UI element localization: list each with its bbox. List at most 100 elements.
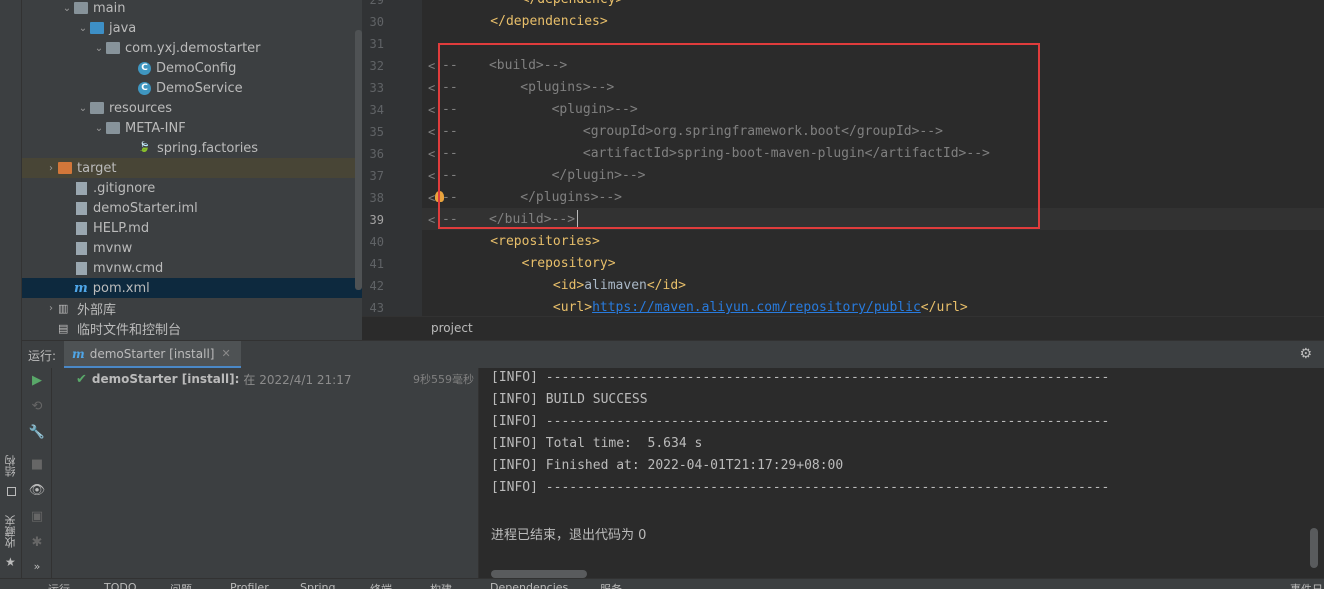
tree-item[interactable]: ⌄ com.yxj.demostarter bbox=[22, 38, 362, 58]
bottom-tool-button[interactable]: Profiler bbox=[230, 581, 269, 589]
tree-item[interactable]: mvnw bbox=[22, 238, 362, 258]
console-line: [INFO] ---------------------------------… bbox=[491, 480, 1110, 495]
gear-icon[interactable]: ⚙ bbox=[1299, 346, 1312, 362]
bottom-tool-button[interactable]: TODO bbox=[104, 581, 137, 589]
code-token: </url> bbox=[920, 300, 968, 315]
tree-item-label: DemoConfig bbox=[156, 60, 237, 76]
line-number: 40 bbox=[369, 235, 384, 249]
code-token: <repositories> bbox=[459, 234, 600, 249]
bottom-tool-button[interactable]: Spring bbox=[300, 581, 336, 589]
console-line: [INFO] BUILD SUCCESS bbox=[491, 392, 648, 407]
run-duration: 9秒559毫秒 bbox=[413, 373, 474, 386]
left-tool-strip: 结构 收藏夹 ★ bbox=[0, 0, 22, 589]
tree-item[interactable]: demoStarter.iml bbox=[22, 198, 362, 218]
expand-arrow-icon[interactable]: ⌄ bbox=[76, 23, 90, 34]
line-number: 29 bbox=[369, 0, 384, 7]
tree-item[interactable]: ⌄ META-INF bbox=[22, 118, 362, 138]
expand-arrow-icon[interactable]: ⌄ bbox=[92, 43, 106, 54]
expand-arrow-icon[interactable]: ⌄ bbox=[60, 3, 74, 14]
tree-item-label: java bbox=[109, 20, 137, 36]
tree-item-label: 外部库 bbox=[77, 302, 117, 318]
code-line: <repositories> bbox=[459, 231, 600, 253]
tree-item[interactable]: › ▥ 外部库 bbox=[22, 298, 362, 318]
tree-item[interactable]: mvnw.cmd bbox=[22, 258, 362, 278]
run-tree-item-label: demoStarter [install]: bbox=[91, 372, 240, 386]
file-icon bbox=[76, 241, 87, 255]
line-number: 30 bbox=[369, 15, 384, 29]
bottom-tool-button[interactable]: 运行 bbox=[48, 581, 70, 589]
tree-item[interactable]: m pom.xml bbox=[22, 278, 362, 298]
fold-marker-icon[interactable]: < bbox=[428, 169, 435, 183]
camera-icon[interactable]: ▣ bbox=[28, 508, 46, 526]
folder-icon bbox=[90, 22, 104, 34]
console-horizontal-scrollbar[interactable] bbox=[491, 570, 587, 578]
expand-arrow-icon[interactable]: ⌄ bbox=[92, 123, 106, 134]
code-token: alimaven bbox=[584, 278, 647, 293]
bottom-tool-button[interactable]: 事件日志 bbox=[1290, 581, 1324, 589]
java-class-icon: C bbox=[138, 81, 151, 95]
run-toolbar: ▶ ⟲ 🔧 ■ 👁 ▣ ✱ » bbox=[22, 368, 52, 578]
run-tab-label: demoStarter [install] bbox=[89, 346, 215, 361]
tree-item[interactable]: ⌄ java bbox=[22, 18, 362, 38]
expand-arrow-icon[interactable]: › bbox=[44, 303, 58, 314]
tree-item-label: target bbox=[77, 160, 117, 176]
bottom-tool-button[interactable]: 问题 bbox=[170, 581, 192, 589]
project-scrollbar[interactable] bbox=[355, 30, 362, 290]
more-icon[interactable]: » bbox=[28, 558, 46, 576]
tree-item-label: resources bbox=[109, 100, 173, 116]
fold-marker-icon[interactable]: < bbox=[428, 147, 435, 161]
run-tab[interactable]: m demoStarter [install] ✕ bbox=[64, 341, 241, 369]
bottom-tool-button[interactable]: 终端 bbox=[370, 581, 392, 589]
close-icon[interactable]: ✕ bbox=[221, 347, 230, 360]
tree-item[interactable]: ⌄ resources bbox=[22, 98, 362, 118]
tree-item[interactable]: 🍃 spring.factories bbox=[22, 138, 362, 158]
tree-item-label: com.yxj.demostarter bbox=[125, 40, 261, 56]
console-output[interactable]: [INFO] ---------------------------------… bbox=[479, 368, 1324, 578]
bottom-tool-button[interactable]: 构建 bbox=[430, 581, 452, 589]
line-number: 31 bbox=[369, 37, 384, 51]
breadcrumb-item[interactable]: project bbox=[431, 321, 473, 335]
structure-tab-label: 结构 bbox=[4, 455, 17, 477]
expand-arrow-icon[interactable]: › bbox=[44, 163, 58, 174]
bottom-tool-button[interactable]: Dependencies bbox=[490, 581, 568, 589]
rerun-icon[interactable]: ▶ bbox=[28, 372, 46, 390]
fold-marker-icon[interactable]: < bbox=[428, 213, 435, 227]
stop-icon[interactable]: ■ bbox=[28, 456, 46, 474]
spring-leaf-icon: 🍃 bbox=[138, 142, 151, 153]
code-link[interactable]: https://maven.aliyun.com/repository/publ… bbox=[592, 300, 921, 315]
bottom-tool-button[interactable]: 服务 bbox=[600, 581, 622, 589]
code-line: <repository> bbox=[459, 253, 616, 275]
file-icon bbox=[76, 201, 87, 215]
tree-item[interactable]: HELP.md bbox=[22, 218, 362, 238]
bug-icon[interactable]: ✱ bbox=[28, 534, 46, 552]
file-icon bbox=[76, 221, 87, 235]
eye-icon[interactable]: 👁 bbox=[28, 482, 46, 500]
console-line: [INFO] ---------------------------------… bbox=[491, 370, 1110, 385]
fold-marker-icon[interactable]: < bbox=[428, 81, 435, 95]
tree-item[interactable]: C DemoConfig bbox=[22, 58, 362, 78]
line-number: 43 bbox=[369, 301, 384, 315]
run-tree-item[interactable]: ✔ demoStarter [install]: 在 2022/4/1 21:1… bbox=[76, 370, 351, 388]
tree-item[interactable]: .gitignore bbox=[22, 178, 362, 198]
run-results-tree: ✔ demoStarter [install]: 在 2022/4/1 21:1… bbox=[52, 368, 479, 578]
code-token: <repository> bbox=[459, 256, 616, 271]
file-icon bbox=[76, 181, 87, 195]
structure-tab[interactable]: 结构 bbox=[2, 455, 20, 477]
rerun-failed-icon[interactable]: ⟲ bbox=[28, 398, 46, 416]
fold-marker-icon[interactable]: < bbox=[428, 59, 435, 73]
line-number: 38 bbox=[369, 191, 384, 205]
tree-item[interactable]: ⌄ main bbox=[22, 0, 362, 18]
expand-arrow-icon[interactable]: ⌄ bbox=[76, 103, 90, 114]
console-vertical-scrollbar[interactable] bbox=[1310, 528, 1318, 568]
run-tree-item-time: 在 2022/4/1 21:17 bbox=[243, 372, 352, 387]
fold-marker-icon[interactable]: < bbox=[428, 125, 435, 139]
tree-item[interactable]: › target bbox=[22, 158, 362, 178]
maven-icon: m bbox=[74, 280, 88, 296]
folder-icon bbox=[74, 2, 88, 14]
tree-item[interactable]: ▤ 临时文件和控制台 bbox=[22, 318, 362, 338]
tree-item[interactable]: C DemoService bbox=[22, 78, 362, 98]
wrench-icon[interactable]: 🔧 bbox=[28, 424, 46, 442]
project-tree-panel: ⌄ main ⌄ java ⌄ com.yxj.demostarter C DemoConfi… bbox=[22, 0, 362, 340]
fold-marker-icon[interactable]: < bbox=[428, 103, 435, 117]
favorites-tab[interactable]: 收藏夹 bbox=[2, 515, 20, 548]
